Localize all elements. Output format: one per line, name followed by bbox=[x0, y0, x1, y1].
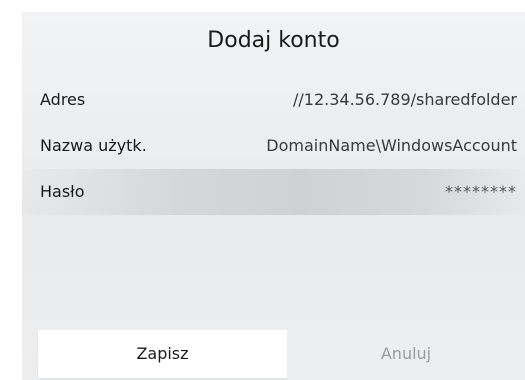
dialog-buttons: Zapisz Anuluj bbox=[38, 330, 525, 380]
address-value: //12.34.56.789/sharedfolder bbox=[293, 90, 517, 109]
address-label: Adres bbox=[40, 90, 86, 109]
username-field[interactable]: Nazwa użytk. DomainName\WindowsAccount bbox=[22, 123, 525, 169]
dialog-title: Dodaj konto bbox=[207, 28, 340, 53]
add-account-dialog: Dodaj konto Adres //12.34.56.789/sharedf… bbox=[22, 12, 525, 380]
password-value: ******** bbox=[445, 182, 517, 201]
save-button[interactable]: Zapisz bbox=[38, 330, 287, 378]
username-label: Nazwa użytk. bbox=[40, 136, 147, 155]
password-label: Hasło bbox=[40, 182, 85, 201]
cancel-button[interactable]: Anuluj bbox=[287, 330, 525, 378]
address-field[interactable]: Adres //12.34.56.789/sharedfolder bbox=[22, 77, 525, 123]
password-field[interactable]: Hasło ******** bbox=[22, 169, 525, 215]
username-value: DomainName\WindowsAccount bbox=[266, 136, 517, 155]
